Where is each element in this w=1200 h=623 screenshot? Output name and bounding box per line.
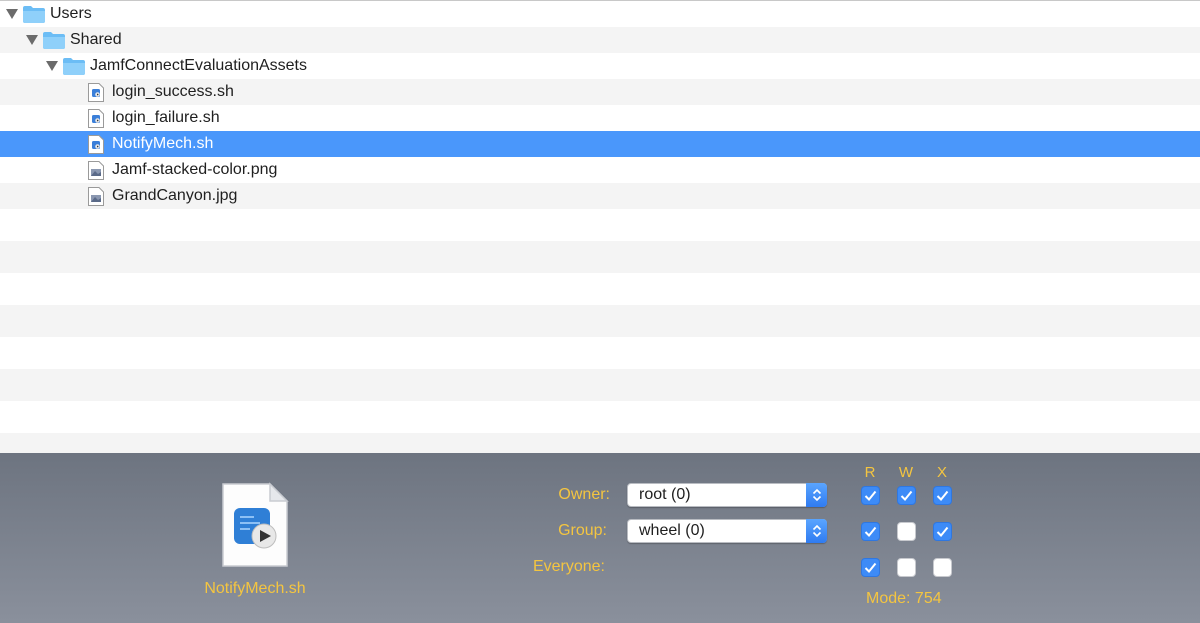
tree-item-label: JamfConnectEvaluationAssets — [90, 57, 307, 74]
permissions-panel: NotifyMech.sh Owner: root (0) Group: whe… — [0, 453, 1200, 623]
tree-item-label: Shared — [70, 31, 122, 48]
group-r-checkbox[interactable] — [861, 522, 880, 541]
image-file-icon — [88, 186, 104, 206]
tree-item-label: Users — [50, 5, 92, 22]
folder-icon — [63, 57, 85, 75]
group-x-checkbox[interactable] — [933, 522, 952, 541]
image-file-icon — [88, 160, 104, 180]
script-document-icon — [220, 481, 290, 569]
execute-column-header: X — [936, 464, 947, 481]
tree-row-users[interactable]: Users — [0, 1, 1200, 27]
checkmark-icon — [936, 490, 949, 501]
tree-row-login-failure[interactable]: login_failure.sh — [0, 105, 1200, 131]
tree-row-grandcanyon[interactable]: GrandCanyon.jpg — [0, 183, 1200, 209]
disclosure-triangle-icon[interactable] — [45, 59, 59, 73]
owner-x-checkbox[interactable] — [933, 486, 952, 505]
everyone-r-checkbox[interactable] — [861, 558, 880, 577]
everyone-label: Everyone: — [532, 558, 605, 575]
folder-icon — [43, 31, 65, 49]
popup-stepper-icon[interactable] — [806, 483, 827, 507]
everyone-x-checkbox[interactable] — [933, 558, 952, 577]
mode-readout: Mode: 754 — [866, 590, 942, 607]
file-name-caption: NotifyMech.sh — [204, 580, 306, 597]
checkmark-icon — [864, 490, 877, 501]
owner-value: root (0) — [639, 486, 691, 503]
tree-item-label: login_success.sh — [112, 83, 234, 100]
empty-row — [0, 241, 1200, 273]
tree-item-label: login_failure.sh — [112, 109, 220, 126]
tree-item-label: Jamf-stacked-color.png — [112, 161, 278, 178]
empty-row — [0, 401, 1200, 433]
checkmark-icon — [936, 526, 949, 537]
everyone-w-checkbox[interactable] — [897, 558, 916, 577]
popup-stepper-icon[interactable] — [806, 519, 827, 543]
tree-row-jamfconnectevaluationassets[interactable]: JamfConnectEvaluationAssets — [0, 53, 1200, 79]
owner-w-checkbox[interactable] — [897, 486, 916, 505]
checkmark-icon — [864, 526, 877, 537]
read-column-header: R — [864, 464, 876, 481]
script-file-icon — [88, 108, 104, 128]
owner-popup[interactable]: root (0) — [627, 483, 827, 507]
folder-icon — [23, 5, 45, 23]
owner-label: Owner: — [558, 486, 610, 503]
script-file-icon — [88, 134, 104, 154]
group-value: wheel (0) — [639, 522, 705, 539]
file-tree: Users Shared JamfConnectEvaluationAssets… — [0, 0, 1200, 453]
checkmark-icon — [864, 562, 877, 573]
owner-r-checkbox[interactable] — [861, 486, 880, 505]
empty-row — [0, 209, 1200, 241]
script-file-icon — [88, 82, 104, 102]
tree-row-shared[interactable]: Shared — [0, 27, 1200, 53]
tree-row-jamf-stacked-color[interactable]: Jamf-stacked-color.png — [0, 157, 1200, 183]
empty-row — [0, 273, 1200, 305]
tree-item-label: GrandCanyon.jpg — [112, 187, 238, 204]
write-column-header: W — [898, 464, 914, 481]
empty-row — [0, 433, 1200, 453]
empty-row — [0, 369, 1200, 401]
empty-row — [0, 337, 1200, 369]
tree-row-notifymech[interactable]: NotifyMech.sh — [0, 131, 1200, 157]
disclosure-triangle-icon[interactable] — [5, 7, 19, 21]
checkmark-icon — [900, 490, 913, 501]
group-popup[interactable]: wheel (0) — [627, 519, 827, 543]
group-w-checkbox[interactable] — [897, 522, 916, 541]
disclosure-triangle-icon[interactable] — [25, 33, 39, 47]
tree-row-login-success[interactable]: login_success.sh — [0, 79, 1200, 105]
tree-item-label: NotifyMech.sh — [112, 135, 214, 152]
group-label: Group: — [558, 522, 607, 539]
empty-row — [0, 305, 1200, 337]
